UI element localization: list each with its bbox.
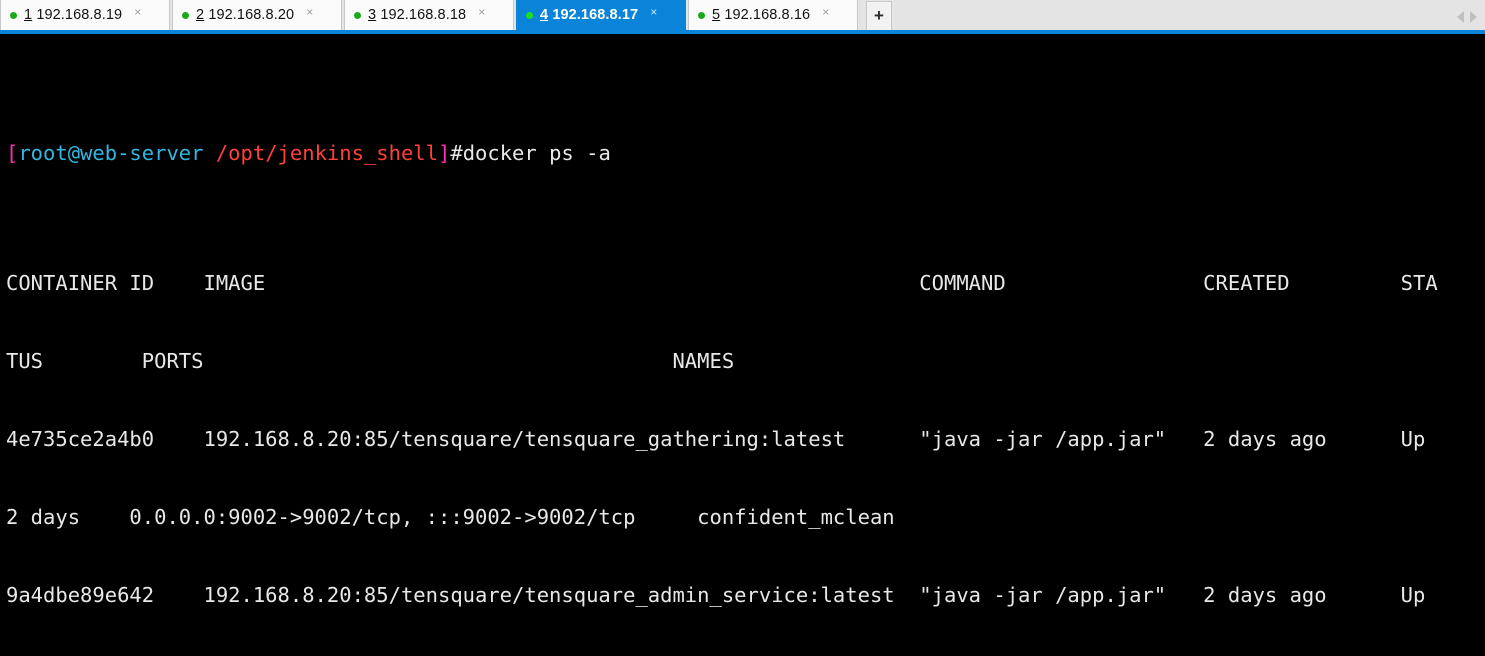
connected-dot-icon — [10, 11, 17, 19]
close-icon[interactable]: × — [819, 6, 832, 18]
close-icon[interactable]: × — [475, 6, 488, 18]
tab-bar: 1 192.168.8.19 × 2 192.168.8.20 × 3 192.… — [0, 0, 1485, 34]
prompt-user-host: root@web-server — [18, 141, 204, 165]
terminal-tab-3[interactable]: 3 192.168.8.18 × — [344, 0, 514, 30]
terminal-output[interactable]: [root@web-server /opt/jenkins_shell]#doc… — [0, 34, 1485, 656]
tab-label-3: 3 192.168.8.18 — [368, 7, 466, 23]
connected-dot-icon — [182, 11, 189, 19]
output-line: 2 days 0.0.0.0:9002->9002/tcp, :::9002->… — [6, 505, 895, 529]
output-line: 4e735ce2a4b0 192.168.8.20:85/tensquare/t… — [6, 427, 1438, 451]
prompt-sigil: # — [450, 141, 463, 165]
output-line: 9a4dbe89e642 192.168.8.20:85/tensquare/t… — [6, 583, 1438, 607]
tab-host-5: 192.168.8.16 — [724, 7, 811, 23]
tab-host-3: 192.168.8.18 — [380, 7, 467, 23]
terminal-tab-5[interactable]: 5 192.168.8.16 × — [688, 0, 858, 30]
tab-host-2: 192.168.8.20 — [208, 7, 295, 23]
terminal-tab-2[interactable]: 2 192.168.8.20 × — [172, 0, 342, 30]
output-line: CONTAINER ID IMAGE COMMAND CREATED STA — [6, 271, 1438, 295]
tab-scroll-controls — [1457, 11, 1485, 30]
triangle-right-icon[interactable] — [1470, 11, 1477, 23]
close-icon[interactable]: × — [131, 6, 144, 18]
terminal-tab-4[interactable]: 4 192.168.8.17 × — [516, 0, 686, 30]
prompt-open-bracket: [ — [6, 141, 19, 165]
tab-index-3: 3 — [368, 7, 377, 23]
close-icon[interactable]: × — [303, 6, 316, 18]
command-text-1: docker ps -a — [462, 141, 611, 165]
tab-label-1: 1 192.168.8.19 — [24, 7, 122, 23]
tab-index-5: 5 — [712, 7, 721, 23]
new-tab-button[interactable]: + — [866, 1, 892, 30]
tab-host-4: 192.168.8.17 — [552, 7, 639, 23]
tab-index-4: 4 — [540, 7, 549, 23]
tab-index-2: 2 — [196, 7, 205, 23]
connected-dot-icon — [698, 11, 705, 19]
output-line: TUS PORTS NAMES — [6, 349, 735, 373]
close-icon[interactable]: × — [647, 6, 660, 18]
tab-index-1: 1 — [24, 7, 33, 23]
connected-dot-icon — [354, 11, 361, 19]
connected-dot-icon — [526, 11, 533, 19]
tab-host-1: 192.168.8.19 — [36, 7, 123, 23]
terminal-tab-1[interactable]: 1 192.168.8.19 × — [0, 0, 170, 30]
tab-label-5: 5 192.168.8.16 — [712, 7, 810, 23]
triangle-left-icon[interactable] — [1457, 11, 1464, 23]
prompt-close-bracket: ] — [438, 141, 451, 165]
prompt-line-1: [root@web-server /opt/jenkins_shell]#doc… — [6, 140, 1485, 166]
tab-label-4: 4 192.168.8.17 — [540, 7, 638, 23]
prompt-path: /opt/jenkins_shell — [215, 141, 438, 165]
tab-label-2: 2 192.168.8.20 — [196, 7, 294, 23]
